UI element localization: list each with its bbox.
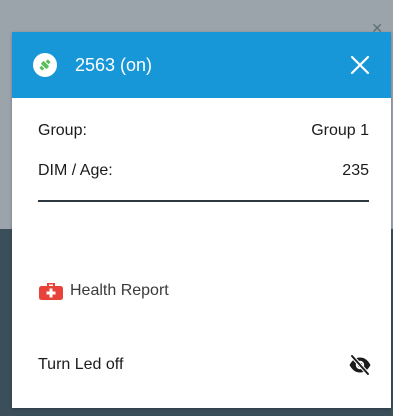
close-icon [350,55,370,75]
health-report-label: Health Report [70,282,169,299]
eye-off-icon [349,354,371,376]
medical-kit-icon [39,283,63,300]
group-value: Group 1 [311,122,369,139]
dim-age-value: 235 [342,162,369,179]
led-toggle-row: Turn Led off [38,353,372,377]
popup-title: 2563 (on) [75,55,153,75]
cow-info-popup: 2563 (on) Group: Group 1 DIM / Age: 235 … [12,32,391,408]
led-toggle-button[interactable] [348,353,372,377]
dim-age-label: DIM / Age: [38,162,113,179]
close-button[interactable] [345,50,375,80]
dim-age-row: DIM / Age: 235 [38,160,369,182]
satellite-icon [33,53,57,77]
led-label: Turn Led off [38,356,124,373]
divider [38,200,369,202]
group-label: Group: [38,122,87,139]
popup-header: 2563 (on) [12,32,391,98]
group-row: Group: Group 1 [38,120,369,142]
